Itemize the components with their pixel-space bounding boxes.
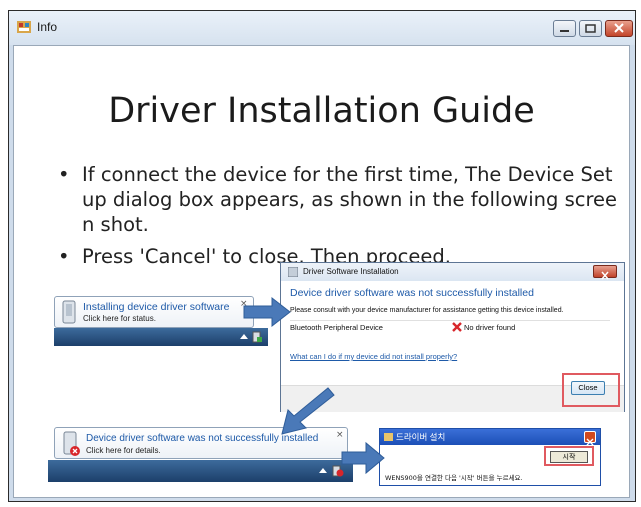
guide-title: Driver Installation Guide xyxy=(108,91,535,131)
close-button[interactable] xyxy=(605,20,633,37)
bullet-line: n shot. xyxy=(82,213,149,236)
slide-content: Driver Installation Guide • If connect t… xyxy=(13,45,630,498)
device-error-icon xyxy=(63,431,80,456)
info-window: Info Driver Installation Guide • If conn… xyxy=(8,10,636,502)
taskbar xyxy=(54,328,268,346)
installing-toast[interactable]: Installing device driver software Click … xyxy=(54,296,254,328)
close-button-highlight xyxy=(562,373,620,407)
maximize-button[interactable] xyxy=(579,20,602,37)
bullet-item: • If connect the device for the first ti… xyxy=(58,162,618,237)
bullet-marker: • xyxy=(58,163,70,186)
window-title: Info xyxy=(37,20,58,34)
arrow-right-icon xyxy=(243,296,291,328)
start-button-highlight xyxy=(544,446,594,466)
bullet-marker: • xyxy=(58,245,70,268)
dialog-close-button[interactable] xyxy=(584,431,596,446)
dialog-message: WENS900을 연결한 다음 '시작' 버튼을 누르세요. xyxy=(385,474,523,482)
minimize-icon xyxy=(560,30,569,32)
toast-subtitle: Click here for details. xyxy=(86,446,161,455)
toast-close-icon[interactable]: × xyxy=(336,430,344,440)
arrow-right-icon xyxy=(341,441,385,475)
help-link[interactable]: What can I do if my device did not insta… xyxy=(290,352,457,361)
bullet-line: If connect the device for the first time… xyxy=(82,163,613,186)
device-icon xyxy=(62,300,76,324)
taskbar xyxy=(48,460,353,482)
dialog-icon xyxy=(384,433,393,441)
bullet-list: • If connect the device for the first ti… xyxy=(58,162,618,276)
error-x-icon xyxy=(452,322,462,332)
toast-title: Installing device driver software xyxy=(83,301,230,313)
minimize-button[interactable] xyxy=(553,20,576,37)
tray-device-icon xyxy=(252,331,262,343)
tray-arrow-icon xyxy=(240,334,248,339)
dialog-title: 드라이버 설치 xyxy=(396,432,446,442)
bullet-line: up dialog box appears, as shown in the f… xyxy=(82,188,618,211)
dialog-title: Driver Software Installation xyxy=(303,267,399,276)
dialog-title-bar: Driver Software Installation xyxy=(281,263,624,281)
dialog-body: Please consult with your device manufact… xyxy=(290,307,564,314)
device-name: Bluetooth Peripheral Device xyxy=(290,323,383,332)
close-icon xyxy=(614,23,624,33)
dialog-icon xyxy=(288,267,298,277)
dialog-close-button[interactable] xyxy=(593,265,617,280)
app-icon xyxy=(17,21,31,33)
device-row: Bluetooth Peripheral Device No driver fo… xyxy=(290,320,610,332)
device-status: No driver found xyxy=(464,323,516,332)
dialog-title-bar: 드라이버 설치 xyxy=(380,429,600,446)
arrow-down-left-icon xyxy=(281,387,335,435)
title-bar: Info xyxy=(9,11,635,45)
dialog-heading: Device driver software was not successfu… xyxy=(290,287,534,299)
toast-subtitle: Click here for status. xyxy=(83,314,156,323)
close-icon xyxy=(601,271,609,280)
tray-arrow-icon xyxy=(319,468,327,473)
maximize-icon xyxy=(585,24,596,33)
